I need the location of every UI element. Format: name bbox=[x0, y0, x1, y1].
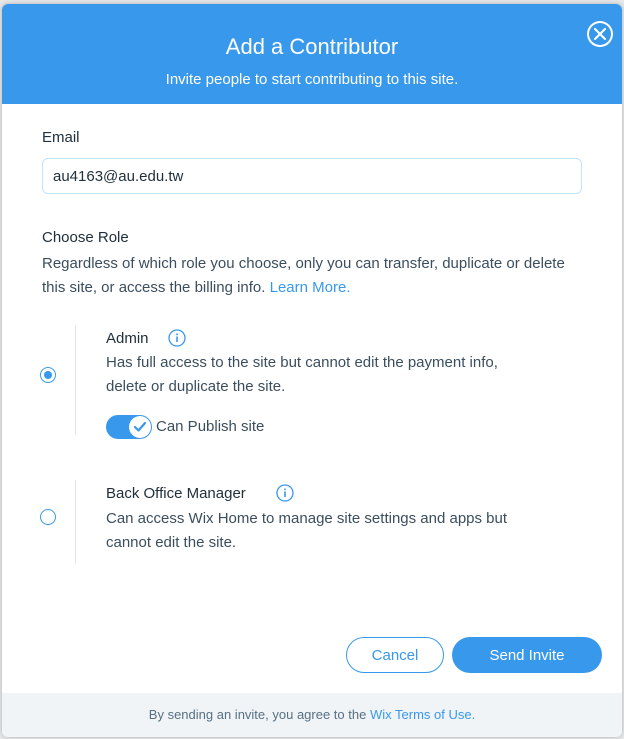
email-field[interactable] bbox=[42, 158, 582, 194]
admin-role-description: Has full access to the site but cannot e… bbox=[106, 354, 498, 395]
send-invite-button[interactable]: Send Invite bbox=[452, 637, 602, 673]
cancel-button[interactable]: Cancel bbox=[346, 637, 444, 673]
email-label: Email bbox=[42, 129, 80, 146]
dialog-header: Add a Contributor Invite people to start… bbox=[2, 4, 622, 104]
footer-text: By sending an invite, you agree to the bbox=[148, 707, 367, 722]
add-contributor-dialog: Add a Contributor Invite people to start… bbox=[2, 4, 622, 737]
back-office-manager-role-description: Can access Wix Home to manage site setti… bbox=[106, 510, 508, 551]
info-icon[interactable] bbox=[276, 484, 294, 502]
back-office-manager-role-title: Back Office Manager bbox=[106, 485, 246, 502]
choose-role-heading: Choose Role bbox=[42, 229, 129, 246]
admin-role-title: Admin bbox=[106, 330, 149, 347]
publish-toggle-label: Can Publish site bbox=[156, 418, 265, 435]
checkmark-icon bbox=[129, 416, 151, 438]
back-office-manager-radio[interactable] bbox=[40, 509, 56, 525]
close-button[interactable] bbox=[587, 21, 613, 47]
learn-more-link[interactable]: Learn More. bbox=[270, 279, 351, 296]
admin-radio[interactable] bbox=[40, 367, 56, 383]
terms-of-use-link[interactable]: Wix Terms of Use. bbox=[370, 707, 475, 722]
divider-line bbox=[75, 325, 76, 435]
dialog-footer: By sending an invite, you agree to the W… bbox=[2, 693, 622, 737]
close-icon bbox=[589, 23, 611, 45]
dialog-title: Add a Contributor bbox=[225, 34, 399, 59]
dialog-subtitle: Invite people to start contributing to t… bbox=[165, 71, 459, 88]
role-description: Regardless of which role you choose, onl… bbox=[42, 252, 582, 300]
info-icon[interactable] bbox=[168, 329, 186, 347]
divider-line bbox=[75, 480, 76, 564]
publish-toggle[interactable] bbox=[106, 415, 152, 439]
